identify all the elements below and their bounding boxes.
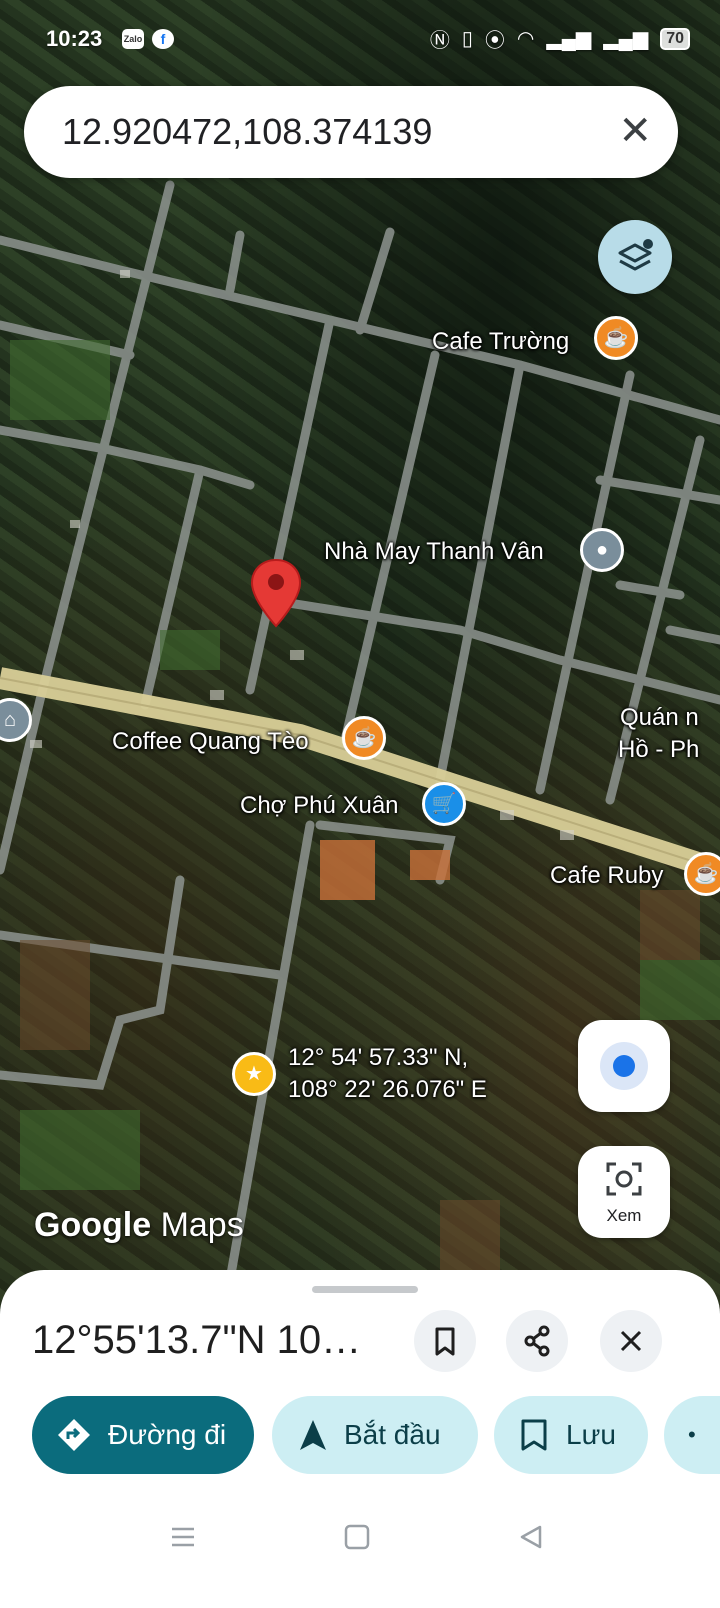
layers-icon	[618, 239, 653, 271]
home-icon[interactable]	[344, 1524, 370, 1550]
start-button[interactable]: Bắt đầu	[272, 1396, 478, 1474]
status-bar: 10:23 Zalo f Ⓝ ▯ ⦿ ◠ ▂▄▆ ▂▄▆ 70	[0, 0, 720, 80]
close-sheet-button[interactable]	[600, 1310, 662, 1372]
save-label: Lưu	[566, 1419, 616, 1450]
signal-icon: ▂▄▆	[603, 28, 649, 50]
cafe-icon[interactable]: ☕	[342, 716, 386, 760]
bookmark-icon	[521, 1419, 547, 1451]
battery-icon: 70	[660, 27, 690, 50]
starred-coordinates-line2[interactable]: 108° 22' 26.076" E	[288, 1076, 487, 1104]
place-title: 12°55'13.7"N 108°22'26.9"E	[32, 1318, 382, 1362]
place-label-quan-line2[interactable]: Hồ - Ph	[618, 736, 699, 764]
menu-icon[interactable]	[170, 1524, 196, 1550]
location-icon: ⦿	[484, 30, 505, 52]
google-maps-logo: Google Maps	[34, 1206, 244, 1245]
starred-coordinates-line1[interactable]: 12° 54' 57.33" N,	[288, 1044, 468, 1072]
share-icon: •	[688, 1422, 696, 1447]
save-button[interactable]: Lưu	[494, 1396, 648, 1474]
place-label-coffee-quang-teo[interactable]: Coffee Quang Tèo	[112, 728, 309, 756]
more-actions-chip[interactable]: •	[664, 1396, 720, 1474]
place-label-nha-may-thanh-van[interactable]: Nhà May Thanh Vân	[324, 538, 544, 566]
my-location-icon	[600, 1042, 648, 1090]
directions-label: Đường đi	[108, 1419, 227, 1450]
wifi-icon: ◠	[516, 28, 535, 50]
zalo-icon: Zalo	[122, 29, 144, 49]
facebook-icon: f	[152, 29, 174, 49]
view-street-button[interactable]: Xem	[578, 1146, 670, 1238]
dropped-pin-icon	[250, 558, 302, 628]
back-icon[interactable]	[518, 1524, 544, 1550]
system-navigation-bar	[0, 1480, 720, 1608]
view-label: Xem	[606, 1206, 642, 1225]
share-button[interactable]	[506, 1310, 568, 1372]
satellite-map[interactable]	[0, 0, 720, 1310]
star-icon[interactable]: ★	[232, 1052, 276, 1096]
navigation-arrow-icon	[300, 1420, 326, 1450]
place-label-quan[interactable]: Quán n	[620, 704, 699, 732]
status-time: 10:23	[46, 26, 103, 51]
share-icon	[524, 1325, 550, 1357]
google-logo-text: Google	[34, 1206, 152, 1244]
cafe-icon[interactable]: ☕	[684, 852, 720, 896]
pin-icon[interactable]: ●	[580, 528, 624, 572]
close-icon	[620, 1330, 642, 1352]
shopping-cart-icon[interactable]: 🛒	[422, 782, 466, 826]
drag-handle[interactable]	[312, 1286, 418, 1293]
search-bar[interactable]: 12.920472,108.374139 ✕	[24, 86, 678, 178]
directions-icon	[58, 1419, 90, 1451]
status-icons: Ⓝ ▯ ⦿ ◠ ▂▄▆ ▂▄▆ 70	[430, 24, 690, 53]
my-location-button[interactable]	[578, 1020, 670, 1112]
search-input[interactable]: 12.920472,108.374139	[62, 111, 432, 153]
start-label: Bắt đầu	[344, 1419, 441, 1450]
place-label-cafe-ruby[interactable]: Cafe Ruby	[550, 862, 663, 890]
nfc-icon: Ⓝ	[429, 30, 450, 52]
place-label-cho-phu-xuan[interactable]: Chợ Phú Xuân	[240, 792, 399, 820]
signal-icon: ▂▄▆	[546, 28, 592, 50]
layers-button[interactable]	[598, 220, 672, 294]
maps-logo-text: Maps	[160, 1206, 244, 1244]
close-icon[interactable]: ✕	[618, 106, 652, 156]
camera-scan-icon	[606, 1162, 642, 1196]
vibrate-icon: ▯	[461, 28, 473, 50]
bookmark-icon	[435, 1327, 455, 1356]
save-place-button[interactable]	[414, 1310, 476, 1372]
place-label-cafe-truong[interactable]: Cafe Trường	[432, 328, 569, 356]
road-network	[0, 180, 720, 1285]
cafe-icon[interactable]: ☕	[594, 316, 638, 360]
directions-button[interactable]: Đường đi	[32, 1396, 254, 1474]
